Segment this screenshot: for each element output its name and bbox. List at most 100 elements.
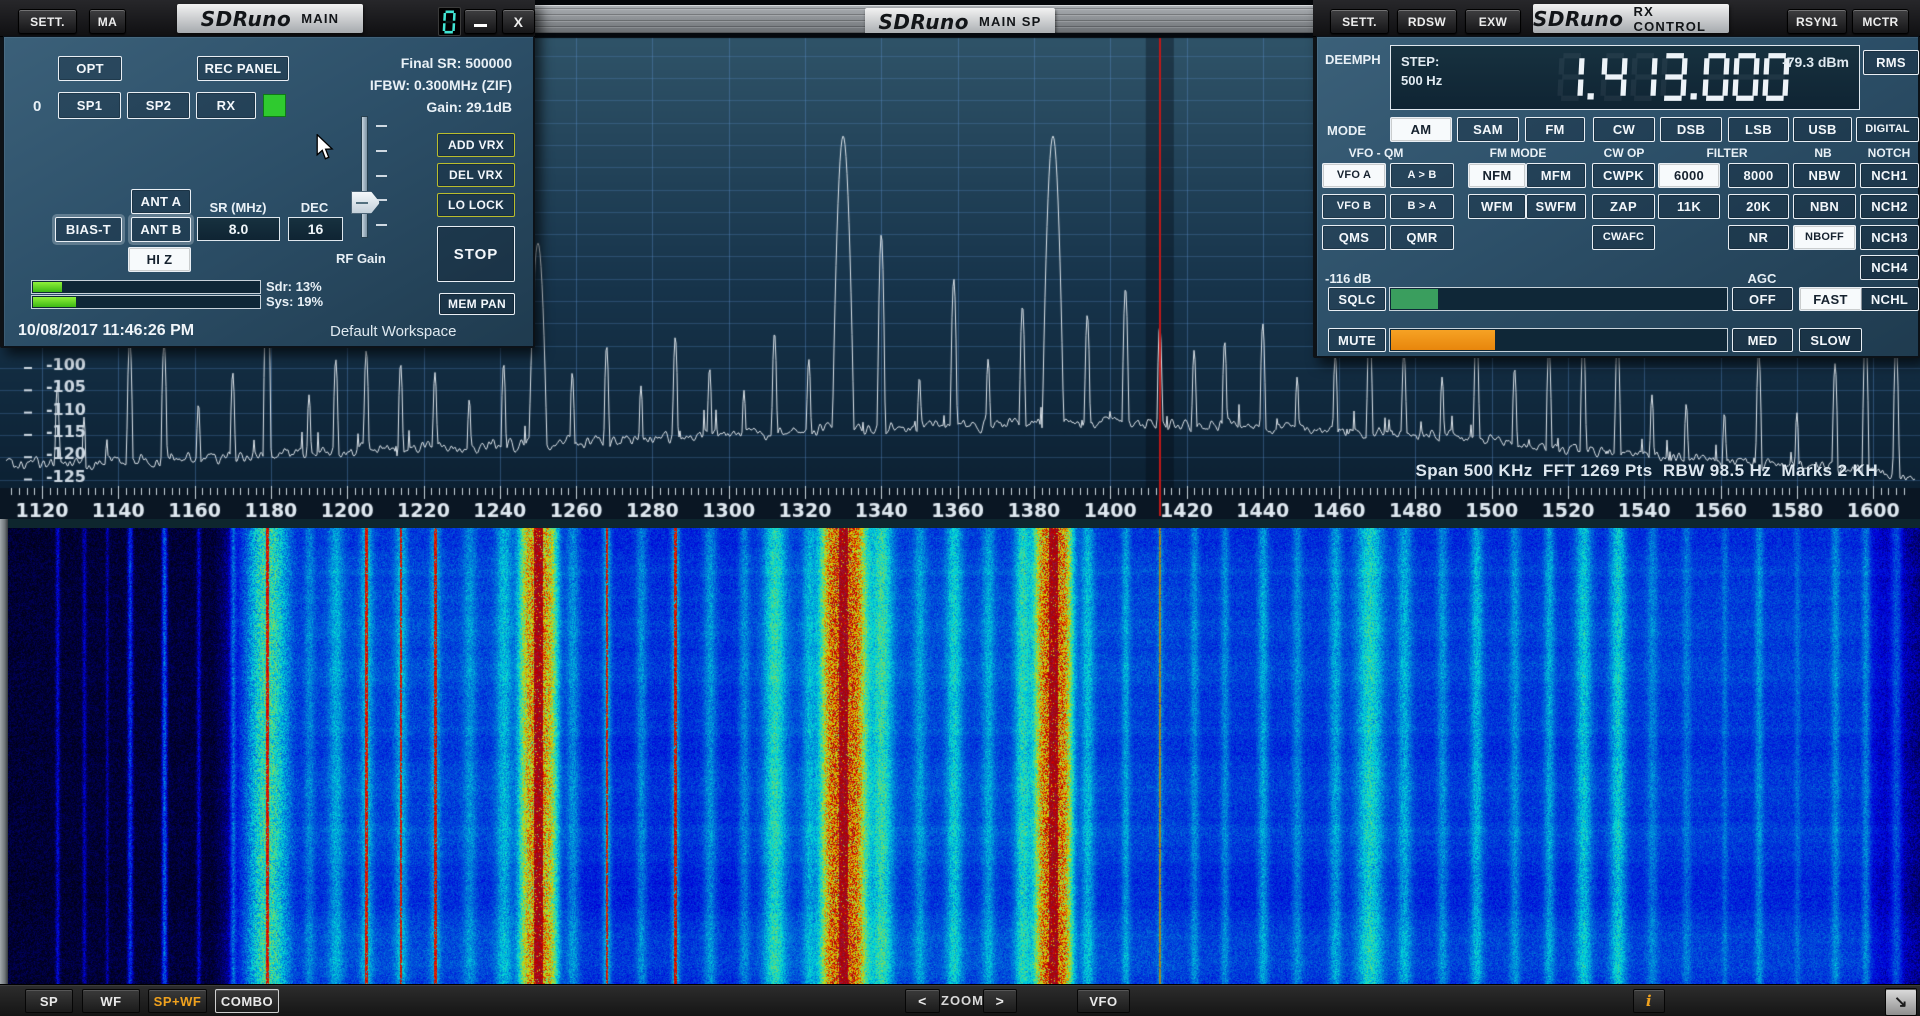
rx-20k-button[interactable]: 20K — [1728, 194, 1789, 219]
mode-am-button[interactable]: AM — [1390, 117, 1452, 142]
add-vrx-button[interactable]: ADD VRX — [437, 133, 515, 157]
rx-cwpk-button[interactable]: CWPK — [1592, 163, 1655, 188]
opt-button[interactable]: OPT — [58, 56, 122, 81]
info-button[interactable]: i — [1633, 989, 1665, 1013]
rx-mfm-button[interactable]: MFM — [1526, 163, 1586, 188]
bias-t-button[interactable]: BIAS-T — [55, 217, 122, 242]
rx-11k-button[interactable]: 11K — [1658, 194, 1720, 219]
dec-value-box[interactable]: 16 — [288, 217, 343, 241]
main-ma-button[interactable]: MA — [89, 9, 126, 34]
frequency-seven-segment — [1555, 52, 1793, 102]
sys-load-bar — [31, 295, 261, 309]
sdruno-logo: SDRuno — [200, 6, 292, 31]
agc-med-button[interactable]: MED — [1732, 328, 1793, 352]
rx-b-a-button[interactable]: B > A — [1390, 194, 1454, 219]
mode-digital-button[interactable]: DIGITAL — [1856, 117, 1919, 142]
sys-load-fill — [33, 297, 76, 307]
squelch-bar[interactable] — [1389, 287, 1728, 311]
rx-zap-button[interactable]: ZAP — [1592, 194, 1655, 219]
rx-nch3-button[interactable]: NCH3 — [1860, 225, 1919, 250]
rx-nboff-button[interactable]: NBOFF — [1793, 225, 1856, 250]
mode-fm-button[interactable]: FM — [1525, 117, 1585, 142]
mode-lsb-button[interactable]: LSB — [1728, 117, 1789, 142]
sp-wf-view-button[interactable]: SP+WF — [148, 989, 207, 1013]
sr-value-box[interactable]: 8.0 — [197, 217, 280, 241]
rx-wfm-button[interactable]: WFM — [1468, 194, 1526, 219]
zoom-out-button[interactable]: < — [905, 989, 940, 1013]
rx-nbw-button[interactable]: NBW — [1793, 163, 1856, 188]
group-header: FM MODE — [1489, 146, 1547, 160]
rx-nch4-button[interactable]: NCH4 — [1860, 255, 1919, 280]
rx-titlebar[interactable]: SETT. RDSW EXW SDRuno RX CONTROL RSYN1 M… — [1313, 0, 1920, 37]
rx-6000-button[interactable]: 6000 — [1658, 163, 1720, 188]
sys-load-label: Sys: 19% — [266, 294, 324, 309]
lo-lock-button[interactable]: LO LOCK — [437, 193, 515, 217]
sdr-load-fill — [33, 282, 62, 292]
rx-swfm-button[interactable]: SWFM — [1526, 194, 1586, 219]
close-icon[interactable]: X — [502, 9, 535, 34]
rx-cwafc-button[interactable]: CWAFC — [1592, 225, 1655, 250]
sdruno-logo: SDRuno — [1533, 6, 1624, 31]
mctr-button[interactable]: MCTR — [1852, 9, 1909, 34]
frequency-display[interactable]: STEP: 500 Hz -79.3 dBm — [1390, 45, 1860, 110]
sp-view-button[interactable]: SP — [25, 989, 73, 1013]
del-vrx-button[interactable]: DEL VRX — [437, 163, 515, 187]
sqlc-button[interactable]: SQLC — [1328, 287, 1386, 311]
rx-nch2-button[interactable]: NCH2 — [1860, 194, 1919, 219]
sp1-button[interactable]: SP1 — [58, 92, 121, 119]
step-value[interactable]: 500 Hz — [1401, 73, 1442, 88]
wf-view-button[interactable]: WF — [82, 989, 140, 1013]
hi-z-button[interactable]: HI Z — [128, 247, 191, 272]
mode-cw-button[interactable]: CW — [1593, 117, 1655, 142]
exw-button[interactable]: EXW — [1465, 9, 1521, 34]
rx-vfo-b-button[interactable]: VFO B — [1322, 194, 1386, 219]
volume-bar[interactable] — [1389, 328, 1728, 352]
rx-qms-button[interactable]: QMS — [1322, 225, 1386, 250]
zoom-in-button[interactable]: > — [983, 989, 1017, 1013]
rx-nfm-button[interactable]: NFM — [1468, 163, 1526, 188]
gain-label: Gain: 29.1dB — [426, 99, 512, 115]
rx-control-window: SETT. RDSW EXW SDRuno RX CONTROL RSYN1 M… — [1313, 0, 1920, 358]
rx-button[interactable]: RX — [196, 92, 256, 119]
sdruno-logo: SDRuno — [878, 9, 969, 34]
rx-vfo-a-button[interactable]: VFO A — [1322, 163, 1386, 188]
rx-nch1-button[interactable]: NCH1 — [1860, 163, 1919, 188]
rx-8000-button[interactable]: 8000 — [1728, 163, 1789, 188]
rx-a-b-button[interactable]: A > B — [1390, 163, 1454, 188]
rdsw-button[interactable]: RDSW — [1397, 9, 1457, 34]
mute-button[interactable]: MUTE — [1328, 328, 1386, 352]
rf-gain-slider-track[interactable] — [361, 116, 368, 238]
rsyn1-button[interactable]: RSYN1 — [1787, 9, 1847, 34]
resize-grip[interactable]: ↘ — [1885, 988, 1917, 1016]
main-titlebar[interactable]: SETT. MA SDRuno MAIN X — [0, 0, 535, 37]
ant-a-button[interactable]: ANT A — [131, 189, 191, 214]
stop-button[interactable]: STOP — [437, 226, 515, 282]
combo-view-button[interactable]: COMBO — [215, 989, 279, 1013]
agc-label: AGC — [1747, 271, 1777, 286]
sp2-button[interactable]: SP2 — [127, 92, 190, 119]
ant-b-button[interactable]: ANT B — [131, 217, 191, 242]
deemph-button[interactable]: DEEMPH — [1325, 52, 1381, 67]
agc-off-button[interactable]: OFF — [1732, 287, 1793, 311]
step-label: STEP: — [1401, 54, 1440, 69]
mode-usb-button[interactable]: USB — [1793, 117, 1852, 142]
mode-dsb-button[interactable]: DSB — [1660, 117, 1722, 142]
mouse-cursor — [316, 134, 334, 160]
agc-slow-button[interactable]: SLOW — [1799, 328, 1862, 352]
agc-fast-button[interactable]: FAST — [1799, 287, 1862, 311]
mode-sam-button[interactable]: SAM — [1457, 117, 1519, 142]
spectrum-waterfall-divider — [0, 519, 1920, 528]
nchl-button[interactable]: NCHL — [1860, 287, 1919, 311]
vfo-button[interactable]: VFO — [1077, 989, 1130, 1013]
rx-nr-button[interactable]: NR — [1728, 225, 1789, 250]
waterfall-display[interactable] — [0, 528, 1920, 984]
window-left-border — [0, 519, 8, 984]
rx-nbn-button[interactable]: NBN — [1793, 194, 1856, 219]
mem-pan-button[interactable]: MEM PAN — [439, 293, 515, 315]
rx-settings-button[interactable]: SETT. — [1330, 9, 1389, 34]
minimize-button[interactable] — [464, 9, 497, 34]
rms-button[interactable]: RMS — [1863, 50, 1919, 75]
main-settings-button[interactable]: SETT. — [18, 9, 77, 34]
slider-handle-grip — [356, 201, 368, 204]
rx-qmr-button[interactable]: QMR — [1390, 225, 1454, 250]
